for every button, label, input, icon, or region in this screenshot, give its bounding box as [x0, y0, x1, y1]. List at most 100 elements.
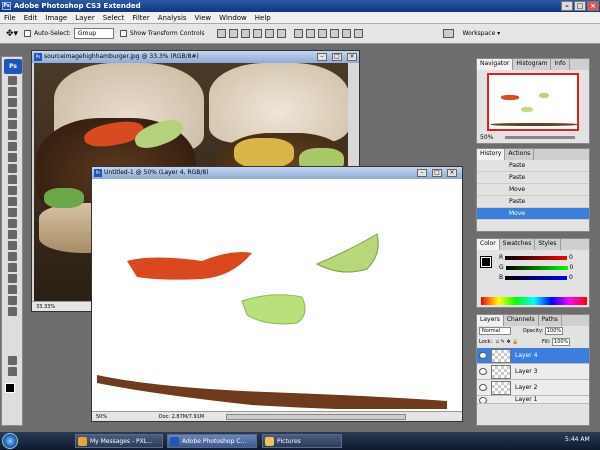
task-pictures[interactable]: Pictures	[262, 434, 342, 448]
doc1-maximize-button[interactable]: □	[332, 53, 342, 61]
align-bottom-icon[interactable]	[241, 29, 251, 38]
dodge-tool-icon[interactable]	[8, 219, 17, 228]
tab-swatches[interactable]: Swatches	[500, 239, 536, 250]
channel-g-value[interactable]: 0	[570, 264, 574, 271]
navigator-zoom[interactable]: 50%	[480, 134, 493, 141]
align-middle-icon[interactable]	[229, 29, 239, 38]
distribute-top-icon[interactable]	[294, 29, 304, 38]
move-tool-icon[interactable]: ✥▾	[6, 29, 18, 39]
align-right-icon[interactable]	[277, 29, 287, 38]
history-item[interactable]: Paste	[477, 196, 589, 208]
magic-wand-icon[interactable]	[8, 109, 17, 118]
eye-icon[interactable]	[479, 384, 487, 391]
hand-tool-icon[interactable]	[8, 296, 17, 305]
tab-info[interactable]: Info	[551, 59, 570, 70]
tab-color[interactable]: Color	[477, 239, 500, 250]
crop-tool-icon[interactable]	[8, 120, 17, 129]
color-fg-swatch[interactable]	[480, 256, 492, 268]
menu-layer[interactable]: Layer	[71, 14, 99, 22]
menu-filter[interactable]: Filter	[128, 14, 153, 22]
foreground-color-swatch[interactable]	[5, 383, 15, 393]
doc1-zoom[interactable]: 33.33%	[36, 304, 55, 310]
lock-icons[interactable]: ▫ ✎ ✥ 🔒	[496, 339, 519, 345]
blur-tool-icon[interactable]	[8, 208, 17, 217]
untitled-document-window[interactable]: Ps Untitled-1 @ 50% (Layer 4, RGB/8) – □…	[91, 166, 463, 422]
color-spectrum-bar[interactable]	[481, 297, 587, 305]
history-item[interactable]: Move	[477, 184, 589, 196]
opacity-value[interactable]: 100%	[544, 327, 564, 335]
menu-help[interactable]: Help	[251, 14, 275, 22]
tab-history[interactable]: History	[477, 149, 506, 160]
canvas[interactable]	[92, 179, 452, 409]
notes-tool-icon[interactable]	[8, 274, 17, 283]
distribute-center-icon[interactable]	[342, 29, 352, 38]
eye-icon[interactable]	[479, 352, 487, 359]
slider-g[interactable]	[505, 265, 568, 270]
close-button[interactable]: ×	[587, 1, 599, 11]
tab-navigator[interactable]: Navigator	[477, 59, 514, 70]
doc1-title-bar[interactable]: Ps sourceimagehighhamburger.jpg @ 33.3% …	[32, 51, 359, 63]
tab-histogram[interactable]: Histogram	[513, 59, 552, 70]
task-my-messages[interactable]: My Messages - PXL...	[75, 434, 163, 448]
start-button[interactable]	[2, 433, 18, 449]
tab-channels[interactable]: Channels	[504, 315, 539, 326]
tab-actions[interactable]: Actions	[505, 149, 535, 160]
eraser-tool-icon[interactable]	[8, 186, 17, 195]
menu-view[interactable]: View	[191, 14, 216, 22]
blend-mode-dropdown[interactable]: Normal	[479, 327, 512, 335]
auto-select-checkbox[interactable]	[24, 30, 32, 37]
quick-mask-icon[interactable]	[8, 356, 17, 365]
slider-b[interactable]	[505, 275, 568, 280]
distribute-right-icon[interactable]	[354, 29, 364, 38]
slider-r[interactable]	[505, 255, 568, 260]
zoom-tool-icon[interactable]	[8, 307, 17, 316]
doc2-zoom[interactable]: 50%	[96, 414, 107, 420]
tab-layers[interactable]: Layers	[477, 315, 504, 326]
doc2-title-bar[interactable]: Ps Untitled-1 @ 50% (Layer 4, RGB/8) – □…	[92, 167, 462, 179]
channel-b-value[interactable]: 0	[569, 274, 573, 281]
healing-brush-icon[interactable]	[8, 142, 17, 151]
history-item[interactable]: Paste	[477, 160, 589, 172]
menu-select[interactable]: Select	[99, 14, 129, 22]
clock[interactable]: 5:44 AM	[565, 436, 590, 443]
show-transform-checkbox[interactable]	[119, 30, 127, 37]
history-item[interactable]: Paste	[477, 172, 589, 184]
distribute-bottom-icon[interactable]	[318, 29, 328, 38]
doc1-minimize-button[interactable]: –	[317, 53, 327, 61]
brush-tool-icon[interactable]	[8, 153, 17, 162]
layer-row[interactable]: Layer 1	[477, 396, 589, 404]
pen-tool-icon[interactable]	[8, 230, 17, 239]
slice-tool-icon[interactable]	[8, 131, 17, 140]
eye-icon[interactable]	[479, 397, 487, 403]
align-top-icon[interactable]	[217, 29, 227, 38]
path-selection-icon[interactable]	[8, 252, 17, 261]
tab-styles[interactable]: Styles	[535, 239, 561, 250]
gradient-tool-icon[interactable]	[8, 197, 17, 206]
clone-stamp-icon[interactable]	[8, 164, 17, 173]
shape-tool-icon[interactable]	[8, 263, 17, 272]
maximize-button[interactable]: □	[574, 1, 586, 11]
fill-value[interactable]: 100%	[552, 338, 571, 346]
auto-select-dropdown[interactable]: Group	[73, 28, 114, 39]
navigator-zoom-slider[interactable]	[505, 136, 576, 139]
bridge-icon[interactable]	[443, 29, 455, 38]
layer-row-selected[interactable]: Layer 4	[477, 348, 589, 364]
distribute-left-icon[interactable]	[330, 29, 340, 38]
history-item-selected[interactable]: Move	[477, 208, 589, 220]
menu-file[interactable]: File	[0, 14, 20, 22]
minimize-button[interactable]: –	[561, 1, 573, 11]
workspace-button[interactable]: Workspace ▾	[462, 30, 500, 37]
menu-image[interactable]: Image	[41, 14, 71, 22]
eye-icon[interactable]	[479, 368, 487, 375]
menu-window[interactable]: Window	[215, 14, 251, 22]
align-center-icon[interactable]	[265, 29, 275, 38]
doc2-maximize-button[interactable]: □	[432, 169, 442, 177]
screen-mode-icon[interactable]	[8, 367, 17, 376]
menu-analysis[interactable]: Analysis	[154, 14, 191, 22]
channel-r-value[interactable]: 0	[569, 254, 573, 261]
layer-row[interactable]: Layer 3	[477, 364, 589, 380]
doc2-hscrollbar[interactable]	[225, 413, 406, 420]
eyedropper-icon[interactable]	[8, 285, 17, 294]
layer-row[interactable]: Layer 2	[477, 380, 589, 396]
history-brush-icon[interactable]	[8, 175, 17, 184]
